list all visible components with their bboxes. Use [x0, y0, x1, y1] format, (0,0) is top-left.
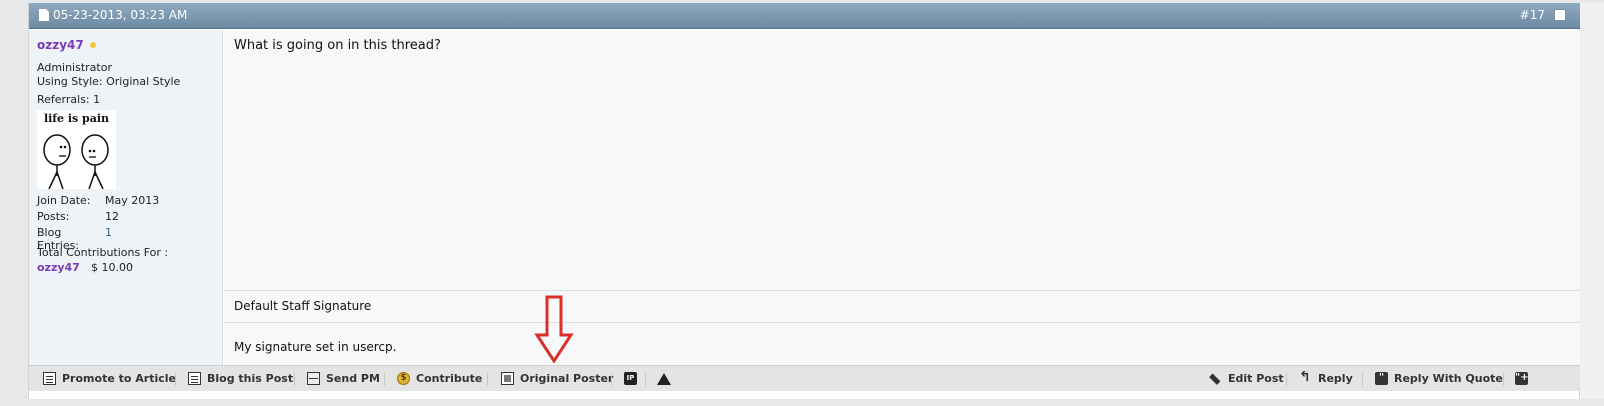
reply-with-quote-label: Reply With Quote — [1394, 372, 1503, 385]
contributions-row: ozzy47 $ 10.00 — [37, 261, 133, 274]
envelope-icon — [307, 372, 320, 385]
blog-this-post-label: Blog this Post — [207, 372, 294, 385]
stat-label: Posts: — [37, 210, 70, 223]
ip-button[interactable]: IP — [624, 372, 643, 385]
separator — [294, 373, 295, 386]
username-text[interactable]: ozzy47 — [37, 38, 84, 52]
pencil-icon — [1206, 369, 1224, 387]
stat-label: Join Date: — [37, 194, 91, 207]
multiquote-icon: "+ — [1515, 372, 1529, 385]
edit-post-label: Edit Post — [1228, 372, 1284, 385]
original-poster-button[interactable]: Original Poster — [501, 372, 613, 385]
stat-join-date: Join Date: May 2013 — [37, 194, 217, 210]
post-date-text: 05-23-2013, 03:23 AM — [53, 8, 188, 22]
blog-this-post-button[interactable]: Blog this Post — [188, 372, 293, 385]
send-pm-label: Send PM — [326, 372, 380, 385]
reply-label: Reply — [1318, 372, 1353, 385]
signature-title: Default Staff Signature — [224, 290, 1581, 323]
user-card-icon — [501, 372, 514, 385]
user-title: Administrator — [37, 61, 112, 74]
separator — [384, 373, 385, 386]
user-style: Using Style: Original Style — [37, 75, 181, 88]
contributions-label: Total Contributions For : — [37, 246, 169, 259]
post-date: 05-23-2013, 03:23 AM — [39, 8, 187, 22]
document-icon — [39, 9, 49, 21]
document-icon — [43, 372, 56, 385]
forum-post: 05-23-2013, 03:23 AM #17 ozzy47 Administ… — [28, 3, 1581, 399]
original-poster-label: Original Poster — [520, 372, 614, 385]
username-link[interactable]: ozzy47 — [37, 38, 96, 52]
warning-icon — [657, 372, 671, 385]
edit-post-button[interactable]: Edit Post — [1209, 372, 1284, 385]
promote-to-article-button[interactable]: Promote to Article — [43, 372, 176, 385]
stat-posts: Posts: 12 — [37, 210, 217, 226]
report-button[interactable] — [657, 372, 677, 385]
promote-to-article-label: Promote to Article — [62, 372, 176, 385]
reply-button[interactable]: Reply — [1299, 369, 1353, 385]
contributions-amount: $ 10.00 — [91, 261, 133, 274]
user-info-panel: ozzy47 Administrator Using Style: Origin… — [29, 30, 223, 365]
checkbox-icon[interactable] — [1554, 9, 1566, 21]
reply-with-quote-button[interactable]: " Reply With Quote — [1375, 372, 1503, 385]
page-margin — [1580, 3, 1604, 399]
contribute-label: Contribute — [416, 372, 483, 385]
avatar[interactable]: life is pain — [37, 110, 116, 190]
quote-icon: " — [1375, 372, 1388, 385]
send-pm-button[interactable]: Send PM — [307, 372, 380, 385]
separator — [1503, 373, 1504, 386]
contributions-user-link[interactable]: ozzy47 — [37, 261, 91, 274]
ip-icon: IP — [624, 372, 637, 385]
coin-icon: $ — [397, 372, 410, 385]
signature-text: My signature set in usercp. — [234, 340, 397, 354]
post-number-link[interactable]: #17 — [1520, 8, 1545, 22]
post-message: What is going on in this thread? — [234, 38, 441, 53]
post-content: What is going on in this thread? Default… — [224, 30, 1581, 365]
separator — [645, 373, 646, 386]
stat-value: 12 — [105, 210, 119, 223]
separator — [611, 373, 612, 386]
blog-icon — [188, 372, 201, 385]
annotation-down-arrow — [534, 295, 574, 363]
reply-arrow-icon — [1299, 369, 1312, 385]
stat-blog-entries: Blog Entries: 1 — [37, 226, 217, 252]
avatar-caption: life is pain — [43, 112, 110, 125]
separator — [1286, 373, 1287, 386]
separator — [1362, 373, 1363, 386]
status-dot-icon — [89, 42, 96, 48]
stat-label: Blog Entries: — [37, 226, 80, 252]
user-stats: Join Date: May 2013 Posts: 12 Blog Entri… — [37, 194, 217, 252]
separator — [175, 373, 176, 386]
post-controls-bar: Promote to Article Blog this Post Send P… — [29, 365, 1581, 391]
stat-value: May 2013 — [105, 194, 160, 207]
blog-entries-link[interactable]: 1 — [105, 226, 112, 242]
post-header: 05-23-2013, 03:23 AM #17 — [29, 3, 1581, 29]
user-referrals: Referrals: 1 — [37, 93, 101, 106]
multiquote-button[interactable]: "+ — [1515, 372, 1534, 385]
separator — [487, 373, 488, 386]
contribute-button[interactable]: $ Contribute — [397, 372, 482, 385]
